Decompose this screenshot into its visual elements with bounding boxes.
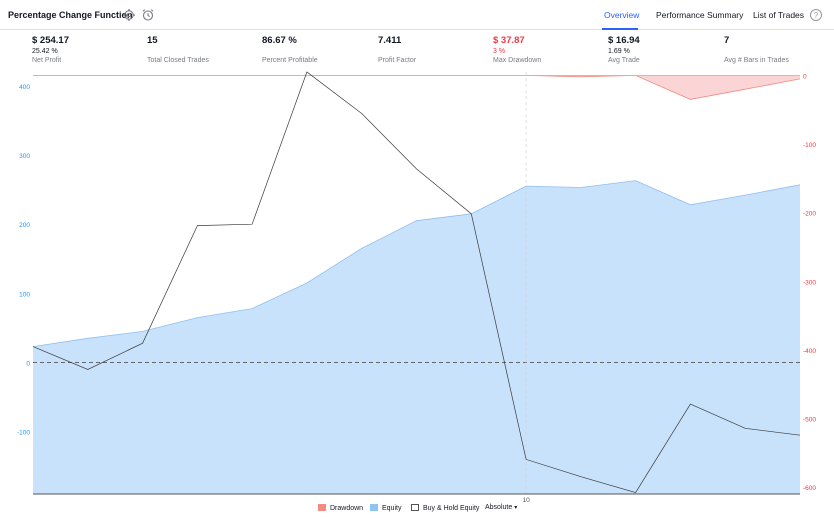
metric-max-drawdown: $ 37.87 3 % Max Drawdown	[493, 35, 603, 64]
drawdown-swatch	[318, 504, 326, 511]
metric-value: $ 37.87	[493, 35, 525, 46]
legend-drawdown-label: Drawdown	[330, 505, 364, 512]
metric-value: $ 254.17	[32, 35, 69, 46]
legend-equity-label: Equity	[382, 505, 402, 512]
tab-list-of-trades[interactable]: List of Trades	[753, 10, 804, 20]
metric-percent-profitable: 86.67 % Percent Profitable	[262, 35, 372, 64]
legend-buyhold-label: Buy & Hold Equity	[423, 505, 480, 512]
right-axis-tick-label: -400	[803, 348, 816, 355]
chevron-down-icon: ▾	[514, 505, 518, 511]
metrics-row: $ 254.17 25.42 % Net Profit 15 Total Clo…	[0, 30, 834, 70]
header-bar: Percentage Change Function Overview Perf…	[0, 0, 834, 30]
tab-performance-summary[interactable]: Performance Summary	[656, 10, 743, 20]
metric-label: Avg # Bars in Trades	[724, 57, 789, 64]
left-axis-tick-label: 300	[19, 153, 30, 160]
chart-legend: Drawdown Equity Buy & Hold Equity Absolu…	[0, 504, 834, 516]
metric-label: Max Drawdown	[493, 57, 542, 64]
metric-label: Profit Factor	[378, 57, 417, 64]
metric-net-profit: $ 254.17 25.42 % Net Profit	[32, 35, 142, 64]
metric-value: 15	[147, 35, 158, 46]
alarm-clock-icon[interactable]	[141, 8, 155, 22]
right-axis-tick-label: -200	[803, 211, 816, 218]
metric-avg-trade: $ 16.94 1.69 % Avg Trade	[608, 35, 718, 64]
left-axis-tick-label: 200	[19, 222, 30, 229]
metric-percent: 3 %	[493, 48, 506, 55]
legend-drawdown[interactable]: Drawdown	[318, 504, 363, 512]
right-axis-tick-label: -500	[803, 417, 816, 424]
display-mode-label: Absolute	[485, 504, 513, 511]
right-axis-tick-label: -300	[803, 279, 816, 286]
metric-total-closed-trades: 15 Total Closed Trades	[147, 35, 257, 64]
right-axis-tick-label: -100	[803, 142, 816, 149]
help-icon[interactable]: ?	[809, 8, 823, 22]
metric-value: $ 16.94	[608, 35, 640, 46]
right-axis-tick-label: -600	[803, 485, 816, 492]
metric-percent	[147, 48, 257, 55]
left-axis-tick-label: 400	[19, 84, 30, 91]
metric-percent	[378, 48, 488, 55]
metric-percent: 1.69 %	[608, 48, 630, 55]
strategy-title: Percentage Change Function	[8, 10, 133, 20]
equity-chart[interactable]: 400 300 200 100 0 -100 0 -100 -200 -300 -400 -500 -6…	[0, 70, 834, 504]
metric-value: 86.67 %	[262, 35, 297, 46]
metric-percent	[724, 48, 834, 55]
left-axis-tick-label: 100	[19, 291, 30, 298]
metric-value: 7.411	[378, 35, 402, 46]
metric-avg-bars-in-trades: 7 Avg # Bars in Trades	[724, 35, 834, 64]
left-axis-tick-label: -100	[17, 430, 30, 437]
metric-percent	[262, 48, 372, 55]
equity-swatch	[370, 504, 378, 511]
equity-area	[33, 180, 800, 494]
legend-buy-hold[interactable]: Buy & Hold Equity	[411, 504, 479, 512]
x-axis-tick-label: 10	[522, 497, 530, 504]
drawdown-area	[33, 75, 800, 100]
metric-label: Avg Trade	[608, 57, 640, 64]
metric-profit-factor: 7.411 Profit Factor	[378, 35, 488, 64]
metric-value: 7	[724, 35, 730, 46]
svg-text:?: ?	[814, 11, 819, 20]
metric-label: Net Profit	[32, 57, 62, 64]
gear-icon[interactable]	[122, 8, 136, 22]
legend-equity[interactable]: Equity	[370, 504, 401, 512]
metric-percent: 25.42 %	[32, 48, 58, 55]
display-mode-dropdown[interactable]: Absolute ▾	[485, 504, 517, 511]
metric-label: Total Closed Trades	[147, 57, 209, 64]
buyhold-swatch	[411, 504, 419, 511]
left-axis-tick-label: 0	[26, 361, 30, 368]
metric-label: Percent Profitable	[262, 57, 318, 64]
right-axis-tick-label: 0	[803, 73, 807, 80]
tab-overview[interactable]: Overview	[604, 10, 639, 20]
